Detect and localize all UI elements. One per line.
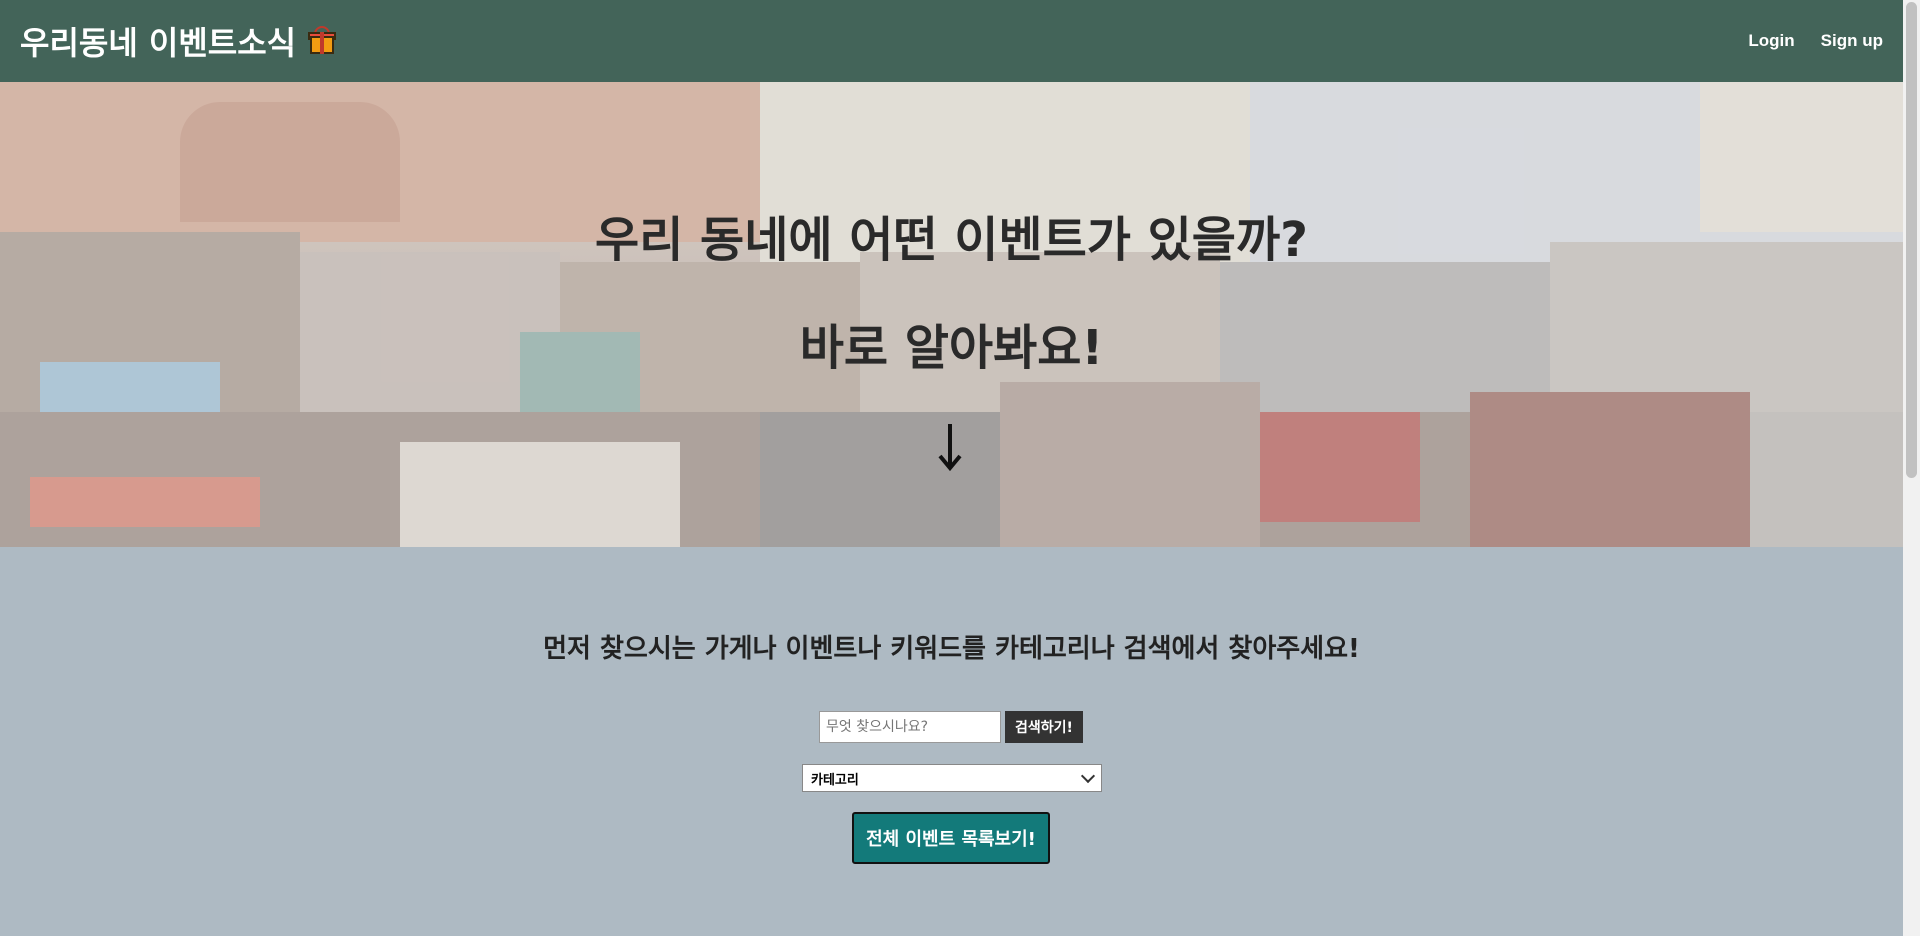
brand-title[interactable]: 우리동네 이벤트소식 xyxy=(20,18,296,64)
chevron-down-icon xyxy=(1080,768,1096,784)
page-scrollbar[interactable] xyxy=(1903,0,1920,936)
hero-headline: 우리 동네에 어떤 이벤트가 있을까? xyxy=(595,212,1308,268)
category-select[interactable]: 카테고리 xyxy=(802,764,1102,792)
hero-banner: 우리 동네에 어떤 이벤트가 있을까? 바로 알아봐요! xyxy=(0,82,1903,547)
login-link[interactable]: Login xyxy=(1748,31,1794,51)
search-prompt: 먼저 찾으시는 가게나 이벤트나 키워드를 카테고리나 검색에서 찾아주세요! xyxy=(543,634,1360,664)
search-button[interactable]: 검색하기! xyxy=(1005,711,1083,743)
category-selected-value: 카테고리 xyxy=(811,772,859,788)
gift-icon xyxy=(308,26,337,56)
scrollbar-thumb[interactable] xyxy=(1906,2,1917,478)
signup-link[interactable]: Sign up xyxy=(1821,31,1883,51)
hero-subheadline: 바로 알아봐요! xyxy=(799,320,1104,376)
brand[interactable]: 우리동네 이벤트소식 xyxy=(20,18,337,64)
search-bar: 검색하기! xyxy=(819,711,1083,743)
top-navbar: 우리동네 이벤트소식 Login Sign up xyxy=(0,0,1903,82)
arrow-down-icon xyxy=(938,424,962,472)
auth-nav: Login Sign up xyxy=(1748,31,1883,51)
view-all-events-button[interactable]: 전체 이벤트 목록보기! xyxy=(852,812,1050,864)
search-input[interactable] xyxy=(819,711,1001,743)
